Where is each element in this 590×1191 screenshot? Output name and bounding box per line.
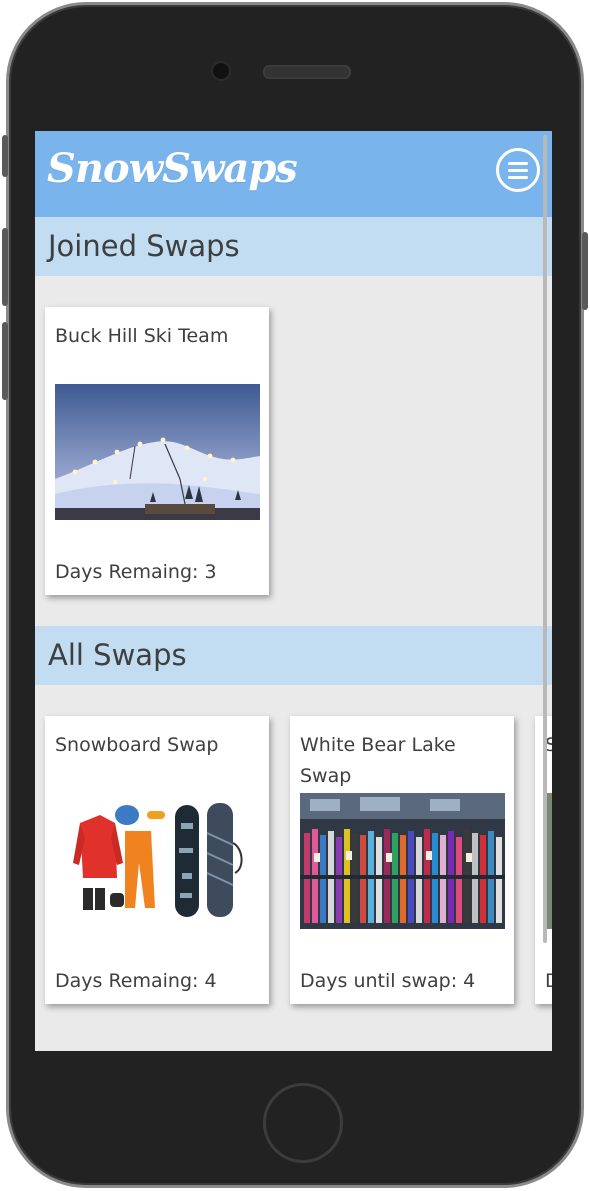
app-header: SnowSwaps [35, 131, 552, 217]
snowboard-gear-image [55, 793, 260, 929]
section-title: All Swaps [48, 638, 187, 672]
card-days-remaining: Days Remaing: 3 [55, 561, 217, 583]
all-swaps-header: All Swaps [35, 626, 552, 685]
side-button-volume-up [2, 228, 8, 306]
card-title: White Bear Lake Swap [300, 734, 456, 787]
card-title: Buck Hill Ski Team [55, 325, 229, 347]
app-screen: SnowSwaps Joined Swaps Buck Hill Ski Tea… [35, 131, 552, 1051]
swap-card-white-bear-lake[interactable]: White Bear Lake Swap Days until swap: 4 [290, 716, 514, 1004]
ski-rack-image [300, 793, 505, 929]
card-footer: D [545, 970, 552, 992]
earpiece-speaker [263, 65, 351, 79]
home-button[interactable] [263, 1083, 343, 1163]
swap-card-buck-hill[interactable]: Buck Hill Ski Team Days Remaing: 3 [45, 307, 269, 595]
front-camera [211, 61, 231, 81]
swap-card-snowboard[interactable]: Snowboard Swap Days Remaing: 4 [45, 716, 269, 1004]
side-button-volume-down [2, 322, 8, 400]
side-button-mute [2, 135, 8, 177]
section-title: Joined Swaps [48, 229, 240, 263]
card-title: Snowboard Swap [55, 734, 219, 756]
joined-swaps-header: Joined Swaps [35, 217, 552, 276]
card-days-remaining: Days Remaing: 4 [55, 970, 217, 992]
ski-hill-night-image [55, 384, 260, 520]
app-logo[interactable]: SnowSwaps [47, 145, 298, 192]
side-button-power [582, 232, 588, 310]
card-days-until-swap: Days until swap: 4 [300, 970, 476, 992]
vertical-scrollbar[interactable] [543, 135, 547, 943]
hamburger-menu-icon[interactable] [496, 148, 540, 192]
